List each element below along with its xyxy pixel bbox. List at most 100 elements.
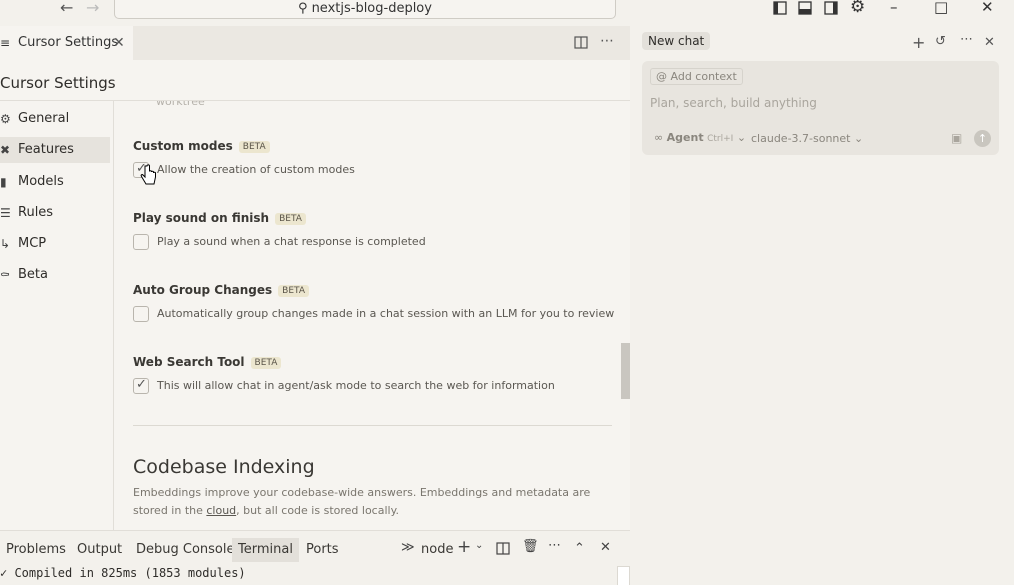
send-button[interactable]: ↑ bbox=[974, 130, 991, 147]
editor-tab-bar: ≡ Cursor Settings ✕ ⋯ bbox=[0, 26, 630, 60]
terminal-name[interactable]: node bbox=[421, 538, 453, 562]
tab-output[interactable]: Output bbox=[77, 538, 122, 562]
beta-badge: BETA bbox=[238, 141, 270, 153]
gear-icon: ⚙ bbox=[0, 112, 11, 126]
arrow-left-icon[interactable]: ← bbox=[60, 0, 73, 16]
split-terminal-icon[interactable] bbox=[496, 542, 510, 555]
toggle-primary-sidebar-icon[interactable] bbox=[773, 1, 787, 15]
split-editor-icon[interactable] bbox=[574, 36, 588, 49]
add-context-button[interactable]: @ Add context bbox=[650, 68, 743, 85]
option-description: Play a sound when a chat response is com… bbox=[157, 235, 426, 248]
web-search-tool-checkbox[interactable]: ✓ bbox=[133, 377, 149, 394]
chevron-up-icon[interactable]: ⌃ bbox=[574, 541, 585, 556]
option-description: Allow the creation of custom modes bbox=[157, 163, 355, 176]
settings-view: Cursor Settings ⚙ General ✖ Features ▮ M… bbox=[0, 60, 630, 530]
infinity-icon: ∞ bbox=[654, 131, 664, 144]
more-actions-icon[interactable]: ⋯ bbox=[548, 538, 561, 553]
terminal-output-line: ✓ Compiled in 825ms (1853 modules) bbox=[0, 566, 246, 580]
option-title-text: Play sound on finish bbox=[133, 211, 270, 225]
terminal-icon: ≫ bbox=[401, 540, 415, 555]
hand-pointer-icon bbox=[140, 164, 156, 185]
bar-chart-icon: ▮ bbox=[0, 175, 7, 189]
option-title: Auto Group Changes BETA bbox=[133, 283, 309, 297]
plug-icon: ↳ bbox=[0, 237, 11, 251]
agent-mode-selector[interactable]: ∞ Agent Ctrl+I ⌄ bbox=[654, 131, 746, 144]
toggle-panel-icon[interactable] bbox=[798, 1, 812, 15]
chat-input[interactable]: Plan, search, build anything bbox=[650, 96, 817, 110]
section-title: Codebase Indexing bbox=[133, 456, 315, 478]
minimize-icon[interactable]: – bbox=[890, 0, 898, 16]
cloud-link[interactable]: cloud bbox=[206, 504, 236, 517]
list-icon: ☰ bbox=[0, 206, 11, 220]
tab-terminal[interactable]: Terminal bbox=[232, 538, 299, 562]
terminal-scrollbar[interactable] bbox=[617, 566, 630, 585]
tab-label: Cursor Settings bbox=[18, 35, 119, 50]
sidebar-item-label: MCP bbox=[18, 236, 47, 251]
arrow-right-icon[interactable]: → bbox=[86, 0, 99, 16]
close-chat-icon[interactable]: ✕ bbox=[984, 35, 995, 50]
option-description: This will allow chat in agent/ask mode t… bbox=[157, 379, 555, 392]
flask-icon: ⚰ bbox=[0, 268, 11, 282]
sidebar-item-label: Beta bbox=[18, 267, 48, 282]
agent-shortcut: Ctrl+I bbox=[707, 134, 734, 144]
history-icon[interactable]: ↺ bbox=[935, 34, 946, 49]
auto-group-changes-checkbox[interactable] bbox=[133, 306, 149, 322]
close-window-icon[interactable]: ✕ bbox=[981, 0, 994, 16]
tab-problems[interactable]: Problems bbox=[6, 538, 66, 562]
sidebar-item-general[interactable]: ⚙ General bbox=[0, 106, 110, 132]
more-actions-icon[interactable]: ⋯ bbox=[600, 33, 614, 49]
add-context-label: Add context bbox=[670, 70, 737, 83]
sidebar-item-rules[interactable]: ☰ Rules bbox=[0, 200, 110, 226]
arrow-up-icon: ↑ bbox=[977, 132, 988, 145]
title-bar: ← → ⚲ nextjs-blog-deploy ⚙ – □ ✕ bbox=[0, 0, 1014, 20]
section-description-text: , but all code is stored locally. bbox=[236, 504, 400, 517]
sidebar-item-label: General bbox=[18, 111, 70, 126]
option-title: Custom modes BETA bbox=[133, 139, 270, 153]
tab-ports[interactable]: Ports bbox=[306, 538, 339, 562]
plus-icon[interactable]: + bbox=[912, 33, 925, 52]
image-icon[interactable]: ▣ bbox=[951, 131, 962, 145]
settings-sliders-icon: ≡ bbox=[0, 36, 11, 50]
sidebar-item-mcp[interactable]: ↳ MCP bbox=[0, 231, 110, 257]
sidebar-item-label: Models bbox=[18, 174, 64, 189]
close-tab-icon[interactable]: ✕ bbox=[113, 26, 125, 60]
command-center-search[interactable]: ⚲ nextjs-blog-deploy bbox=[114, 0, 616, 19]
sidebar-item-label: Features bbox=[18, 142, 74, 157]
beta-badge: BETA bbox=[278, 285, 309, 297]
beta-badge: BETA bbox=[275, 213, 306, 225]
model-selector[interactable]: claude-3.7-sonnet ⌄ bbox=[751, 132, 863, 145]
option-title-text: Custom modes bbox=[133, 139, 233, 153]
workspace-name: nextjs-blog-deploy bbox=[311, 1, 432, 16]
sidebar-item-features[interactable]: ✖ Features bbox=[0, 137, 110, 163]
trash-icon[interactable]: 🗑 bbox=[522, 539, 539, 554]
new-chat-tab[interactable]: New chat bbox=[642, 32, 711, 50]
more-actions-icon[interactable]: ⋯ bbox=[960, 32, 973, 47]
play-sound-checkbox[interactable] bbox=[133, 234, 149, 250]
check-icon: ✓ bbox=[136, 377, 147, 392]
chevron-down-icon: ⌄ bbox=[853, 132, 864, 145]
sidebar-item-beta[interactable]: ⚰ Beta bbox=[0, 262, 110, 288]
tab-debug-console[interactable]: Debug Console bbox=[136, 538, 235, 562]
close-panel-icon[interactable]: ✕ bbox=[600, 540, 611, 555]
maximize-icon[interactable]: □ bbox=[934, 0, 948, 16]
chevron-down-icon[interactable]: ⌄ bbox=[475, 540, 483, 551]
sidebar-item-models[interactable]: ▮ Models bbox=[0, 169, 110, 195]
bottom-panel: Problems Output Debug Console Terminal P… bbox=[0, 530, 630, 585]
beta-badge: BETA bbox=[250, 357, 282, 369]
chat-composer[interactable]: @ Add context Plan, search, build anythi… bbox=[642, 61, 999, 155]
plus-icon[interactable]: + bbox=[457, 537, 471, 557]
option-title-text: Auto Group Changes bbox=[133, 283, 273, 297]
agent-label: Agent bbox=[666, 131, 704, 144]
settings-sidebar: ⚙ General ✖ Features ▮ Models ☰ Rules ↳ … bbox=[0, 101, 114, 530]
faded-text: worktree bbox=[156, 101, 205, 108]
chevron-down-icon: ⌄ bbox=[736, 131, 747, 144]
toggle-secondary-sidebar-icon[interactable] bbox=[824, 1, 838, 15]
option-description: Automatically group changes made in a ch… bbox=[157, 307, 615, 320]
divider bbox=[133, 425, 612, 426]
gear-icon[interactable]: ⚙ bbox=[850, 0, 865, 17]
tab-cursor-settings[interactable]: ≡ Cursor Settings ✕ bbox=[0, 26, 133, 60]
settings-content: worktree Custom modes BETA ✓ Allow the cr… bbox=[114, 101, 630, 530]
section-description: Embeddings improve your codebase-wide an… bbox=[133, 484, 613, 520]
sidebar-item-label: Rules bbox=[18, 205, 54, 220]
scrollbar-thumb[interactable] bbox=[621, 343, 630, 399]
